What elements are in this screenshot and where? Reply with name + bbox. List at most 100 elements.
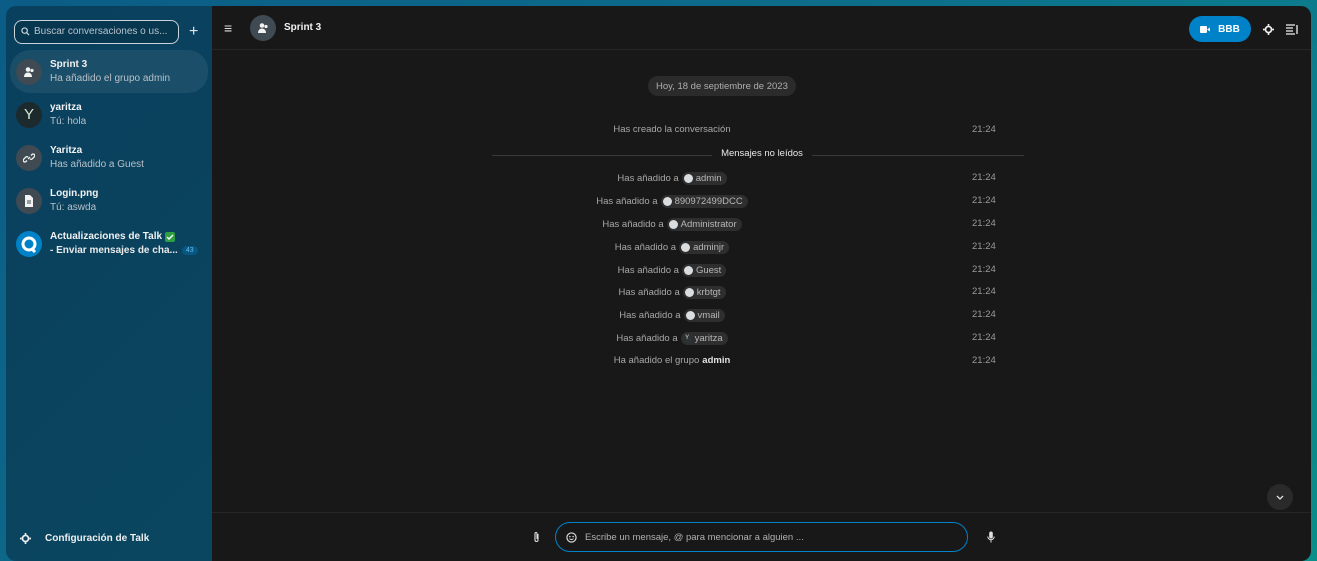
system-message: Has añadido a Yyaritza 21:24 [492,332,1012,346]
message-list: Hoy, 18 de septiembre de 2023 Has creado… [212,50,1311,512]
search-icon [21,27,30,36]
conversation-list: Sprint 3 Ha añadido el grupo admin Y yar… [6,50,212,265]
conversation-name: yaritza [50,102,82,113]
conversation-name: Login.png [50,188,99,199]
conversation-last-message: Tú: hola [50,116,87,127]
conversation-item-yaritza-guest[interactable]: Yaritza Has añadido a Guest [6,136,212,179]
unread-count-badge: 43 [181,246,198,255]
start-call-button[interactable]: BBB [1189,16,1251,42]
message-text: Has añadido a [614,242,677,253]
sidebar: + Sprint 3 Ha añadido el grupo admin Y y… [6,6,212,561]
message-time: 21:24 [972,241,996,252]
message-time: 21:24 [972,218,996,229]
video-icon [1200,25,1211,33]
message-time: 21:24 [972,309,996,320]
mention-name: vmail [697,310,720,321]
conversation-name: Actualizaciones de Talk [50,231,163,242]
header-tools: BBB [1189,16,1299,42]
talk-logo-icon [16,230,42,257]
unread-label: Mensajes no leídos [721,148,803,159]
talk-settings-button[interactable]: Configuración de Talk [6,515,212,561]
system-message: Has añadido a admin 21:24 [492,172,1012,186]
link-icon [16,144,42,171]
user-mention[interactable]: Guest [681,264,727,277]
avatar [683,174,693,183]
message-text: Has añadido a [596,196,658,207]
group-icon [16,58,42,85]
scroll-to-bottom-button[interactable] [1267,484,1293,510]
conversation-name: Yaritza [50,145,83,156]
check-icon [165,231,176,242]
gear-icon[interactable] [1263,23,1274,35]
search-input[interactable] [34,26,174,37]
user-mention[interactable]: adminjr [679,241,730,254]
user-mention[interactable]: 890972499DCC [660,195,748,208]
system-message: Ha añadido el grupo admin 21:24 [492,355,1012,369]
user-mention[interactable]: Yyaritza [680,332,728,345]
message-time: 21:24 [972,124,996,135]
message-time: 21:24 [972,332,996,343]
avatar [662,197,672,206]
system-message: Has añadido a Administrator 21:24 [492,218,1012,232]
system-message: Has añadido a Guest 21:24 [492,264,1012,278]
avatar [685,311,695,320]
main-panel: ≡ Sprint 3 BBB Hoy, 18 de septiembre de … [212,6,1311,561]
system-message: Has añadido a vmail 21:24 [492,309,1012,323]
message-input[interactable] [585,531,945,543]
sidebar-toggle-icon[interactable] [1286,23,1299,35]
message-time: 21:24 [972,172,996,183]
conversation-title[interactable]: Sprint 3 [284,22,321,33]
message-text: Has añadido a [616,333,678,344]
system-message: Has añadido a krbtgt 21:24 [492,286,1012,300]
user-mention[interactable]: Administrator [666,218,742,231]
message-text: Has añadido a [602,219,664,230]
message-text: Ha añadido el grupo [613,355,700,366]
message-text: Has añadido a [617,173,679,184]
microphone-icon[interactable] [987,530,995,548]
date-separator: Hoy, 18 de septiembre de 2023 [648,76,796,96]
conversation-last-message: Has añadido a Guest [50,159,144,170]
separator-line [492,155,712,156]
message-text: Has añadido a [617,265,679,276]
emoji-icon[interactable] [566,531,577,543]
chevron-down-icon [1276,495,1284,500]
search-row: + [6,6,212,46]
mention-name: admin [695,173,722,184]
new-conversation-button[interactable]: + [189,23,198,40]
call-label: BBB [1218,23,1240,35]
user-mention[interactable]: krbtgt [682,286,726,299]
avatar [684,288,694,297]
top-bar: ≡ Sprint 3 BBB [212,6,1311,50]
mention-name: Guest [695,265,722,276]
conversation-item-yaritza[interactable]: Y yaritza Tú: hola [6,93,212,136]
search-box[interactable] [14,19,179,44]
mention-name: yaritza [694,333,723,344]
message-time: 21:24 [972,355,996,366]
separator-line [812,155,1024,156]
message-input-box[interactable] [555,522,968,552]
mention-name: krbtgt [696,287,721,298]
menu-icon[interactable]: ≡ [224,20,242,36]
conversation-item-login-png[interactable]: Login.png Tú: aswda [6,179,212,222]
conversation-item-talk-updates[interactable]: Actualizaciones de Talk - Enviar mensaje… [6,222,212,265]
message-text: Has añadido a [618,287,680,298]
file-icon [16,187,42,214]
message-time: 21:24 [972,195,996,206]
system-message: Has añadido a 890972499DCC 21:24 [492,195,1012,209]
avatar [681,243,691,252]
message-text: Has creado la conversación [613,124,731,135]
mention-name: adminjr [693,242,725,253]
system-message: Has añadido a adminjr 21:24 [492,241,1012,255]
gear-icon [20,532,31,544]
attachment-icon[interactable] [533,530,540,548]
conversation-name: Sprint 3 [50,59,88,70]
user-mention[interactable]: vmail [683,309,725,322]
message-time: 21:24 [972,286,996,297]
conversation-last-message: Tú: aswda [50,202,97,213]
conversation-item-sprint-3[interactable]: Sprint 3 Ha añadido el grupo admin [10,50,208,93]
mention-name: Administrator [680,219,737,230]
avatar: Y [682,334,692,343]
mention-name: 890972499DCC [674,196,743,207]
user-mention[interactable]: admin [681,172,727,185]
system-message: Has creado la conversación 21:24 [492,124,1012,138]
